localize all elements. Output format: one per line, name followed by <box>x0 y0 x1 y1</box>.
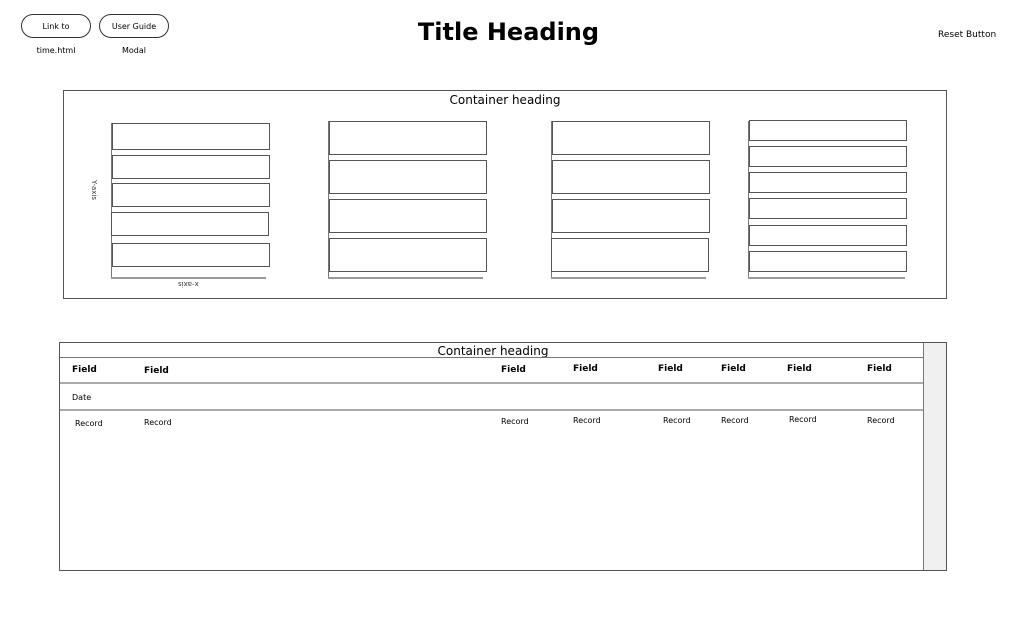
chart-bar[interactable] <box>749 251 907 272</box>
x-axis-label: x-axis <box>178 280 199 288</box>
chart-bar[interactable] <box>749 225 907 246</box>
table-container-heading: Container heading <box>437 344 549 358</box>
column-header[interactable]: Field <box>72 365 97 375</box>
chart-bar[interactable] <box>749 198 907 219</box>
table-scrollbar[interactable] <box>923 343 946 570</box>
column-header[interactable]: Field <box>144 366 169 376</box>
column-header[interactable]: Field <box>867 364 892 374</box>
column-header[interactable]: Field <box>721 364 746 374</box>
chart-bar[interactable] <box>552 121 710 155</box>
table-cell: Record <box>573 416 601 425</box>
reset-button[interactable]: Reset Button <box>938 30 996 40</box>
x-axis-line <box>551 277 706 279</box>
chart-bar[interactable] <box>552 160 710 194</box>
y-axis-label: Y-axis <box>90 180 98 200</box>
chart-bar[interactable] <box>749 120 907 141</box>
table-cell: Record <box>789 415 817 424</box>
table-divider <box>60 409 926 411</box>
chart-bar[interactable] <box>551 238 709 272</box>
chart-bar[interactable] <box>112 155 270 179</box>
x-axis-line <box>111 277 266 279</box>
chart-bar[interactable] <box>112 123 270 150</box>
column-header[interactable]: Field <box>501 365 526 375</box>
chart-bar[interactable] <box>329 238 487 272</box>
table-divider <box>60 357 926 358</box>
chart-bar[interactable] <box>111 212 269 236</box>
chart-bar[interactable] <box>329 199 487 233</box>
chart-bar[interactable] <box>112 183 270 207</box>
x-axis-line <box>748 277 905 279</box>
group-label: Date <box>72 393 92 402</box>
table-cell: Record <box>663 416 691 425</box>
x-axis-line <box>328 277 483 279</box>
chart-bar[interactable] <box>329 121 487 155</box>
chart-bar[interactable] <box>112 243 270 267</box>
chart-bar[interactable] <box>329 160 487 194</box>
table-cell: Record <box>501 417 529 426</box>
chart-container: Container heading Y-axis x-axis <box>63 90 947 299</box>
chart-container-heading: Container heading <box>449 93 561 107</box>
table-cell: Record <box>144 418 172 427</box>
column-header[interactable]: Field <box>787 364 812 374</box>
table-container: Container heading Field Field Field Fiel… <box>59 342 947 571</box>
table-divider <box>60 382 926 384</box>
chart-bar[interactable] <box>749 146 907 167</box>
table-cell: Record <box>75 419 103 428</box>
table-cell: Record <box>721 416 749 425</box>
table-cell: Record <box>867 416 895 425</box>
column-header[interactable]: Field <box>573 364 598 374</box>
page-title: Title Heading <box>417 18 600 46</box>
chart-bar[interactable] <box>749 172 907 193</box>
chart-bar[interactable] <box>552 199 710 233</box>
column-header[interactable]: Field <box>658 364 683 374</box>
